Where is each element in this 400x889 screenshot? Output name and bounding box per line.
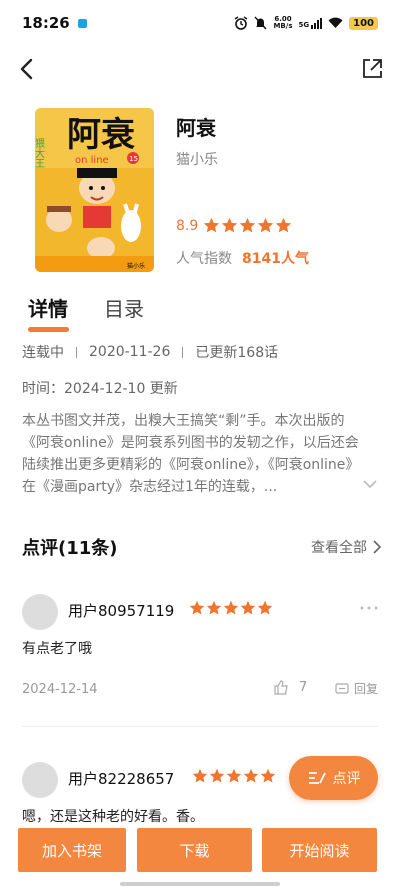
cover-volume: 15: [129, 155, 138, 163]
tab-catalog[interactable]: 目录: [104, 293, 144, 332]
tab-active-indicator: [28, 327, 69, 332]
star-icon: [223, 600, 239, 615]
star-icon: [240, 600, 256, 615]
star-icon: [206, 600, 222, 615]
meta-row: 连载中 2020-11-26 已更新168话: [22, 342, 278, 362]
rating-row: 8.9: [176, 217, 292, 234]
comment-username[interactable]: 用户80957119: [68, 600, 174, 621]
status-bar: 18:26 6.00 MB/s 5G 100: [0, 0, 400, 46]
wifi-icon: [328, 17, 343, 28]
cover-side-text: 猥大王: [35, 138, 45, 168]
edit-icon: [308, 772, 326, 784]
star-icon: [209, 768, 225, 783]
book-author[interactable]: 猫小乐: [176, 149, 218, 169]
mute-icon: [254, 16, 267, 30]
comment-item: 用户80957119 有点老了哦 2024-12-14 7 回复: [22, 594, 378, 704]
like-button[interactable]: 7: [274, 680, 307, 695]
popularity-label: 人气指数: [176, 251, 232, 267]
status-icons: 6.00 MB/s 5G 100: [234, 16, 378, 30]
star-icon: [226, 768, 242, 783]
battery-icon: 100: [349, 16, 378, 30]
rating-stars: [203, 217, 292, 234]
like-count: 7: [299, 680, 308, 695]
popularity-value: 8141人气: [242, 251, 309, 267]
avatar[interactable]: [22, 594, 58, 630]
status-time: 18:26: [22, 14, 70, 32]
comment-username[interactable]: 用户82228657: [68, 768, 174, 789]
chevron-right-icon: [373, 540, 382, 554]
book-description[interactable]: 本丛书图文并茂，出糗大王搞笑“剩”手。本次出版的《阿衰online》是阿衰系列图…: [22, 410, 372, 498]
add-to-shelf-button[interactable]: 加入书架: [18, 828, 126, 872]
star-icon: [192, 768, 208, 783]
star-icon: [204, 217, 220, 233]
publish-date: 2020-11-26: [89, 344, 171, 360]
popularity-row: 人气指数 8141人气: [176, 248, 309, 268]
comment-stars: [192, 768, 276, 784]
comment-stars: [189, 600, 273, 616]
comment-text: 嗯，还是这种老的好看。香。: [22, 809, 204, 825]
reply-icon: [335, 682, 349, 694]
rating-score: 8.9: [176, 217, 199, 234]
back-arrow-icon[interactable]: [16, 56, 40, 82]
serial-status: 连载中: [22, 345, 64, 361]
view-all-link[interactable]: 查看全部: [311, 537, 382, 557]
star-icon: [257, 600, 273, 615]
download-button[interactable]: 下载: [137, 828, 252, 872]
chapter-count: 已更新168话: [195, 345, 279, 361]
star-icon: [189, 600, 205, 615]
update-time: 时间：2024-12-10 更新: [22, 381, 178, 397]
thumbs-up-icon: [274, 680, 288, 695]
star-icon: [258, 217, 274, 233]
meta-divider: [182, 346, 184, 358]
alarm-icon: [235, 16, 248, 30]
cover-title: 阿衰: [67, 115, 135, 155]
meta-divider: [76, 346, 77, 358]
book-title: 阿衰: [176, 116, 216, 140]
more-icon[interactable]: [360, 606, 378, 610]
book-cover[interactable]: 阿衰 on line 15 猥大王 猫小乐: [35, 108, 154, 272]
signal-icon: 5G: [299, 17, 323, 29]
cover-subtitle: on line: [75, 155, 109, 166]
star-icon: [243, 768, 259, 783]
avatar[interactable]: [22, 762, 58, 798]
tab-details[interactable]: 详情: [28, 293, 69, 332]
share-icon[interactable]: [360, 57, 384, 81]
start-reading-button[interactable]: 开始阅读: [262, 828, 377, 872]
bottom-action-bar: 加入书架 下载 开始阅读: [0, 828, 400, 872]
app-notification-icon: [77, 18, 87, 28]
net-speed: 6.00 MB/s: [273, 15, 293, 30]
comments-header: 点评(11条): [22, 538, 118, 559]
home-indicator: [120, 882, 280, 886]
comment-text: 有点老了哦: [22, 641, 92, 657]
write-review-button[interactable]: 点评: [289, 756, 378, 800]
star-icon: [276, 217, 292, 233]
star-icon: [222, 217, 238, 233]
top-nav: [0, 54, 400, 84]
cover-publisher: 猫小乐: [127, 262, 145, 270]
star-icon: [260, 768, 276, 783]
comment-divider: [22, 726, 378, 727]
reply-button[interactable]: 回复: [335, 680, 378, 697]
detail-tabs: 详情 目录: [28, 293, 144, 332]
star-icon: [240, 217, 256, 233]
chevron-down-icon[interactable]: [363, 479, 377, 489]
comment-date: 2024-12-14: [22, 682, 98, 697]
